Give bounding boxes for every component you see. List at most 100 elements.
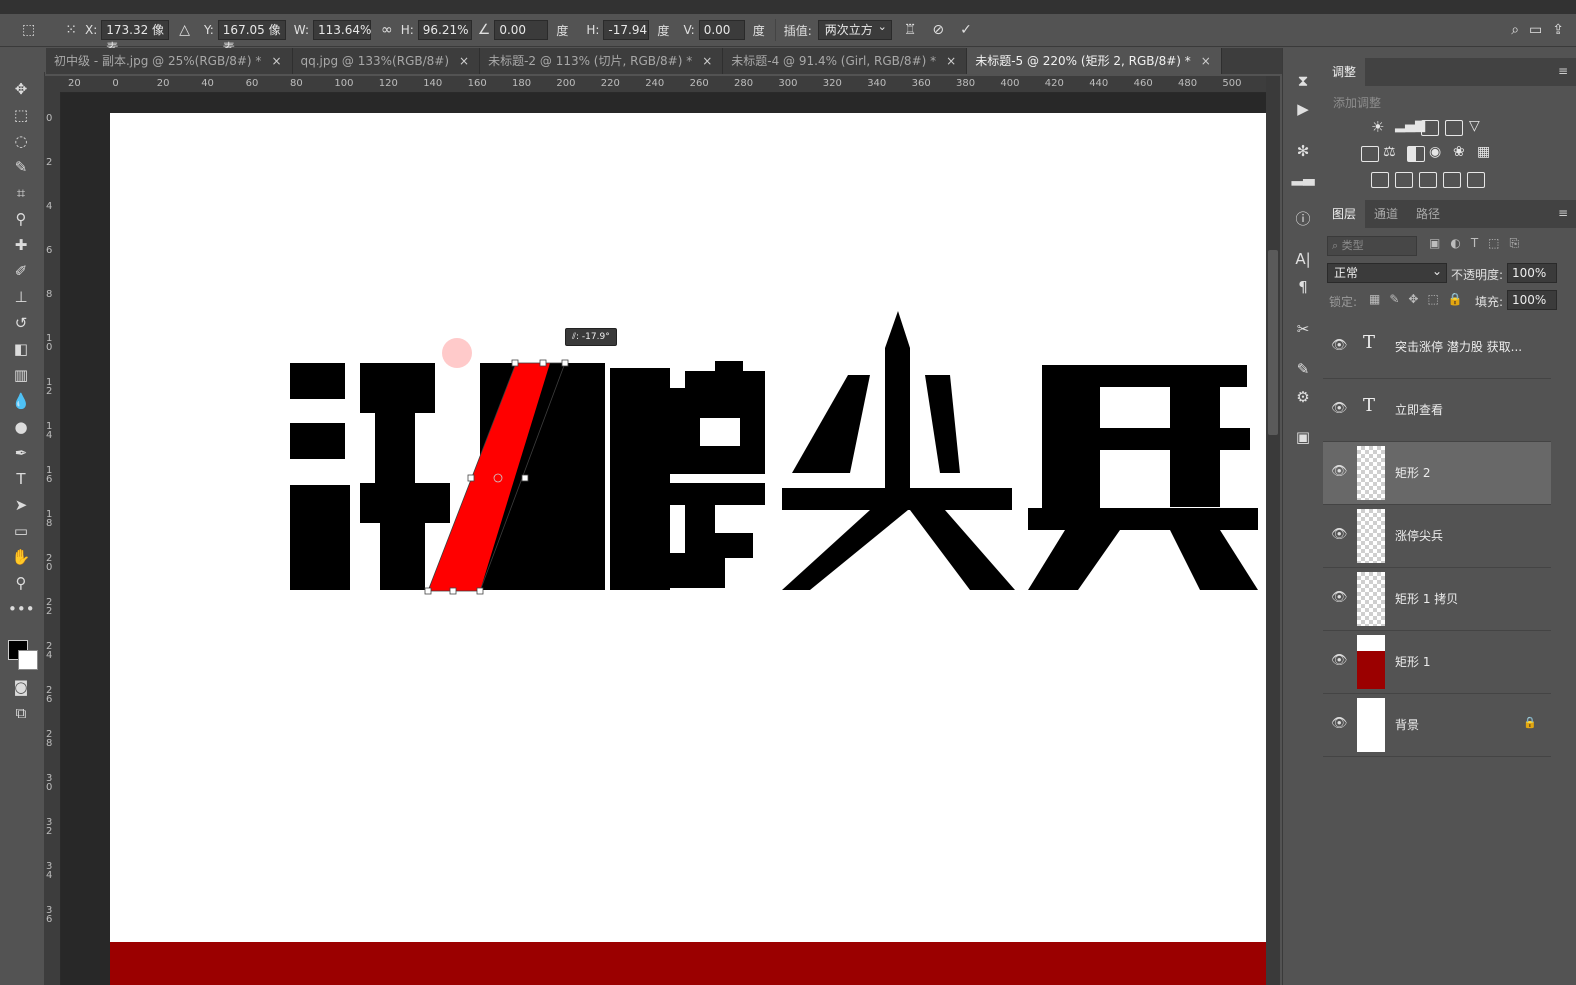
layer-row[interactable]: 👁 T 突击涨停 潜力股 获取... (1323, 316, 1551, 379)
visibility-eye-icon[interactable]: 👁 (1331, 338, 1348, 353)
stamp-tool-icon[interactable]: ⊥ (8, 286, 34, 308)
layer-row[interactable]: 👁 T 立即查看 (1323, 379, 1551, 442)
color-lookup-icon[interactable]: ▦ (1477, 144, 1490, 160)
document-tab[interactable]: 未标题-4 @ 91.4% (Girl, RGB/8#) * × (723, 48, 968, 74)
filter-pixel-icon[interactable]: ▣ (1429, 236, 1450, 250)
commit-transform-icon[interactable]: ✓ (960, 22, 972, 38)
type-tool-icon[interactable]: T (8, 468, 34, 490)
exposure-icon[interactable] (1445, 120, 1463, 136)
visibility-eye-icon[interactable]: 👁 (1331, 590, 1348, 605)
actions-play-icon[interactable]: ▶ (1291, 98, 1315, 120)
layer-row[interactable]: 👁 涨停尖兵 (1323, 505, 1551, 568)
quick-mask-icon[interactable]: ◙ (8, 676, 34, 698)
visibility-eye-icon[interactable]: 👁 (1331, 401, 1348, 416)
curves-icon[interactable] (1421, 120, 1439, 136)
filter-smart-icon[interactable]: ⎘ (1510, 236, 1530, 250)
photo-filter-icon[interactable]: ◉ (1429, 144, 1441, 160)
interpolation-select[interactable]: 两次立方 (817, 18, 892, 40)
adjustments-menu-icon[interactable]: ≡ (1558, 64, 1568, 78)
lock-all-icon[interactable]: 🔒 (1448, 292, 1472, 306)
height-field[interactable]: 96.21% (417, 20, 472, 40)
lock-position-icon[interactable]: ✥ (1408, 292, 1427, 306)
character-icon[interactable]: A| (1291, 248, 1315, 270)
document-tab[interactable]: 未标题-2 @ 113% (切片, RGB/8#) * × (480, 48, 724, 74)
eraser-tool-icon[interactable]: ◧ (8, 338, 34, 360)
brush-settings-icon[interactable]: ✻ (1291, 140, 1315, 162)
visibility-eye-icon[interactable]: 👁 (1331, 464, 1348, 479)
link-icon[interactable]: ∞ (381, 22, 393, 38)
fill-field[interactable]: 100% (1507, 290, 1557, 310)
quick-select-tool-icon[interactable]: ✎ (8, 156, 34, 178)
vskew-field[interactable]: 0.00 (698, 20, 745, 40)
filter-adjust-icon[interactable]: ◐ (1450, 236, 1470, 250)
blend-mode-select[interactable]: 正常 ⌄ (1327, 263, 1447, 283)
document-canvas[interactable]: ⫽: -17.9° (110, 113, 1266, 985)
vibrance-icon[interactable]: ▽ (1469, 118, 1480, 134)
layer-row[interactable]: 👁 矩形 2 (1323, 442, 1551, 505)
background-color-swatch[interactable] (18, 650, 38, 670)
visibility-eye-icon[interactable]: 👁 (1331, 527, 1348, 542)
close-icon[interactable]: × (459, 54, 469, 68)
y-position-field[interactable]: 167.05 像素 (217, 20, 286, 55)
close-icon[interactable]: × (1201, 54, 1211, 68)
reference-point-icon[interactable]: ⁙ (65, 22, 77, 38)
tab-layers[interactable]: 图层 (1323, 200, 1366, 228)
layer-row[interactable]: 👁 矩形 1 拷贝 (1323, 568, 1551, 631)
close-icon[interactable]: × (946, 54, 956, 68)
properties-icon[interactable]: ⚙ (1291, 386, 1315, 408)
hand-tool-icon[interactable]: ✋ (8, 546, 34, 568)
document-tab[interactable]: 初中级 - 副本.jpg @ 25%(RGB/8#) * × (46, 48, 293, 74)
blur-tool-icon[interactable]: 💧 (8, 390, 34, 412)
color-balance-icon[interactable]: ⚖ (1383, 144, 1396, 160)
tool-presets-icon[interactable]: ✂ (1291, 318, 1315, 340)
lock-image-icon[interactable]: ✎ (1389, 292, 1408, 306)
warp-mode-icon[interactable]: ♖ (904, 22, 917, 38)
brightness-icon[interactable]: ☀ (1371, 118, 1384, 136)
libraries-icon[interactable]: ▣ (1291, 426, 1315, 448)
cancel-transform-icon[interactable]: ⊘ (932, 22, 944, 38)
tab-paths[interactable]: 路径 (1407, 200, 1449, 228)
crop-tool-icon[interactable]: ⌗ (8, 182, 34, 204)
transform-tool-icon[interactable]: ⬚ (22, 22, 35, 38)
selective-color-icon[interactable] (1443, 172, 1461, 188)
tab-adjustments[interactable]: 调整 (1323, 58, 1366, 86)
width-field[interactable]: 113.64% (313, 20, 371, 40)
pen-tool-icon[interactable]: ✒ (8, 442, 34, 464)
document-tab[interactable]: qq.jpg @ 133%(RGB/8#) × (293, 48, 481, 74)
invert-icon[interactable] (1371, 172, 1389, 188)
posterize-icon[interactable] (1395, 172, 1413, 188)
layers-menu-icon[interactable]: ≡ (1558, 206, 1568, 220)
history-brush-icon[interactable]: ↺ (8, 312, 34, 334)
screen-mode-icon[interactable]: ⧉ (8, 702, 34, 724)
move-tool-icon[interactable]: ✥ (8, 78, 34, 100)
visibility-eye-icon[interactable]: 👁 (1331, 653, 1348, 668)
opacity-field[interactable]: 100% (1507, 263, 1557, 283)
relative-position-icon[interactable]: △ (179, 22, 190, 38)
gradient-map-icon[interactable] (1467, 172, 1485, 188)
histogram-icon[interactable]: ▂▃ (1291, 166, 1315, 188)
threshold-icon[interactable] (1419, 172, 1437, 188)
vertical-scroll-thumb[interactable] (1268, 250, 1278, 435)
rotate-angle-field[interactable]: 0.00 (494, 20, 549, 40)
info-icon[interactable]: ⓘ (1291, 208, 1315, 230)
share-icon[interactable]: ⇪ (1552, 22, 1564, 38)
layer-row[interactable]: 👁 背景 🔒 (1323, 694, 1551, 757)
brush-tool-icon[interactable]: ✐ (8, 260, 34, 282)
marquee-tool-icon[interactable]: ⬚ (8, 104, 34, 126)
path-select-icon[interactable]: ➤ (8, 494, 34, 516)
zoom-tool-icon[interactable]: ⚲ (8, 572, 34, 594)
lock-transparent-icon[interactable]: ▦ (1369, 292, 1389, 306)
rectangle-tool-icon[interactable]: ▭ (8, 520, 34, 542)
filter-type-icon[interactable]: T (1471, 236, 1488, 250)
close-icon[interactable]: × (702, 54, 712, 68)
filter-shape-icon[interactable]: ⬚ (1488, 236, 1509, 250)
workspace-icon[interactable]: ▭ (1529, 22, 1542, 38)
paragraph-icon[interactable]: ¶ (1291, 276, 1315, 298)
layer-row[interactable]: 👁 矩形 1 (1323, 631, 1551, 694)
lasso-tool-icon[interactable]: ◌ (8, 130, 34, 152)
eyedropper-tool-icon[interactable]: ⚲ (8, 208, 34, 230)
x-position-field[interactable]: 173.32 像素 (101, 20, 170, 55)
visibility-eye-icon[interactable]: 👁 (1331, 716, 1348, 731)
vertical-scrollbar[interactable] (1266, 76, 1280, 985)
more-tools-icon[interactable]: ••• (8, 598, 35, 620)
